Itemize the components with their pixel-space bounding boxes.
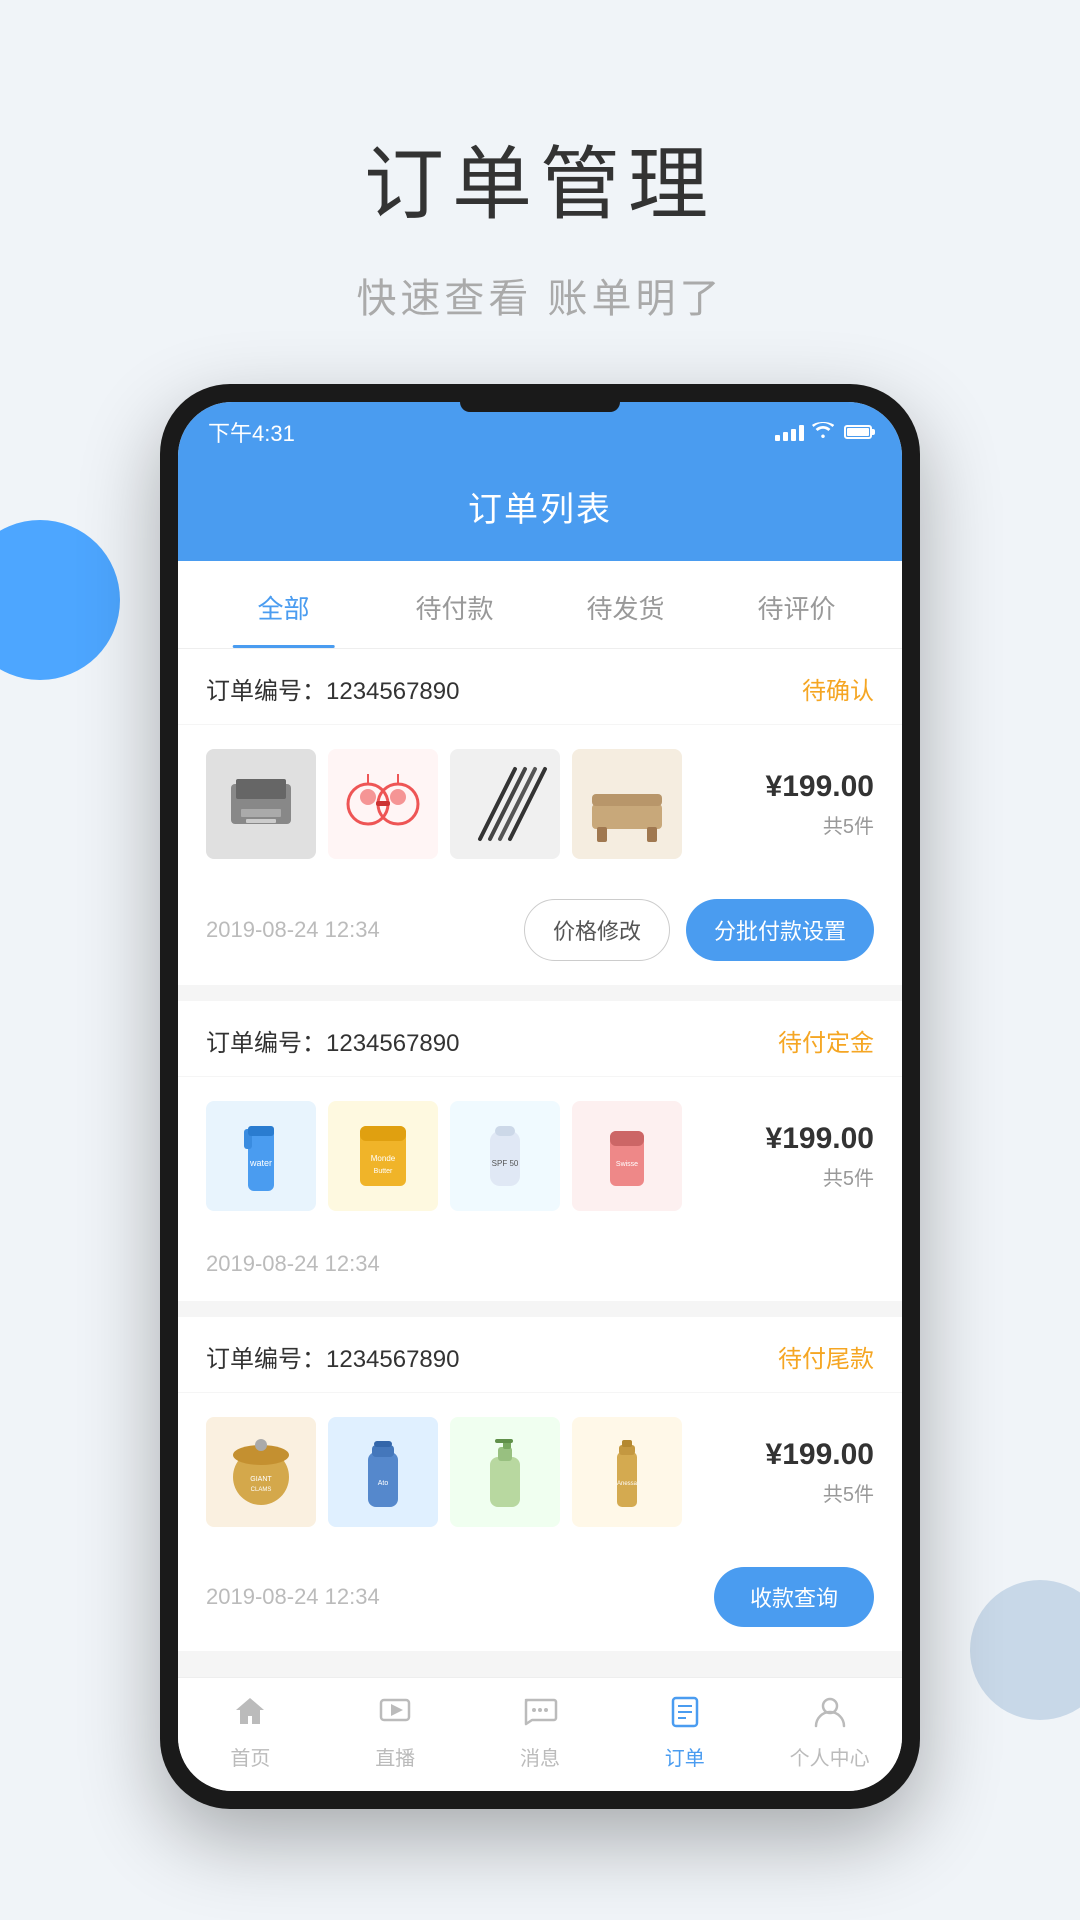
item-image-rods bbox=[450, 749, 560, 859]
item-images-3: GIANT CLAMS bbox=[206, 1417, 734, 1527]
svg-text:CLAMS: CLAMS bbox=[251, 1487, 272, 1493]
nav-profile-label: 个人中心 bbox=[790, 1742, 870, 1771]
order-count-3: 共5件 bbox=[754, 1478, 874, 1507]
order-status-2: 待付定金 bbox=[778, 1023, 874, 1058]
item-image-furniture bbox=[572, 749, 682, 859]
order-price-2: ¥199.00 bbox=[754, 1122, 874, 1156]
item-image-lotion bbox=[450, 1417, 560, 1527]
phone-screen: 下午4:31 bbox=[178, 402, 902, 1791]
payment-query-button[interactable]: 收款查询 bbox=[714, 1567, 874, 1627]
order-items-2: water Monde Butter bbox=[178, 1077, 902, 1235]
svg-text:Swisse: Swisse bbox=[616, 1161, 638, 1168]
item-image-food: GIANT CLAMS bbox=[206, 1417, 316, 1527]
page-subtitle: 快速查看 账单明了 bbox=[0, 266, 1080, 324]
nav-profile[interactable]: 个人中心 bbox=[757, 1694, 902, 1771]
order-card-1: 订单编号：1234567890 待确认 bbox=[178, 649, 902, 985]
item-image-sunscreen: SPF 50 bbox=[450, 1101, 560, 1211]
item-image-serum: Anessa bbox=[572, 1417, 682, 1527]
order-items-3: GIANT CLAMS bbox=[178, 1393, 902, 1551]
order-items-1: ¥199.00 共5件 bbox=[178, 725, 902, 883]
phone-notch bbox=[460, 402, 620, 412]
nav-live[interactable]: 直播 bbox=[323, 1694, 468, 1771]
nav-message[interactable]: 消息 bbox=[468, 1694, 613, 1771]
app-header: 订单列表 bbox=[178, 462, 902, 561]
nav-order-label: 订单 bbox=[665, 1742, 705, 1771]
order-footer-3: 2019-08-24 12:34 收款查询 bbox=[178, 1551, 902, 1651]
profile-icon bbox=[812, 1694, 848, 1736]
svg-text:Butter: Butter bbox=[374, 1168, 393, 1175]
svg-text:Ato: Ato bbox=[378, 1480, 389, 1487]
order-date-2: 2019-08-24 12:34 bbox=[206, 1251, 380, 1277]
home-icon bbox=[232, 1694, 268, 1736]
order-card-2: 订单编号：1234567890 待付定金 water bbox=[178, 1001, 902, 1301]
status-time: 下午4:31 bbox=[208, 416, 295, 448]
order-icon bbox=[667, 1694, 703, 1736]
svg-text:water: water bbox=[249, 1158, 272, 1168]
item-image-printer bbox=[206, 749, 316, 859]
nav-message-label: 消息 bbox=[520, 1742, 560, 1771]
order-price-col-3: ¥199.00 共5件 bbox=[754, 1438, 874, 1507]
item-image-bottle: Ato bbox=[328, 1417, 438, 1527]
svg-text:Monde: Monde bbox=[371, 1154, 396, 1163]
app-header-title: 订单列表 bbox=[178, 482, 902, 531]
order-footer-2: 2019-08-24 12:34 bbox=[178, 1235, 902, 1301]
tab-pending-payment[interactable]: 待付款 bbox=[369, 561, 540, 648]
tab-pending-review[interactable]: 待评价 bbox=[711, 561, 882, 648]
order-status-1: 待确认 bbox=[802, 671, 874, 706]
item-image-decor bbox=[328, 749, 438, 859]
svg-text:Anessa: Anessa bbox=[617, 1481, 638, 1487]
tab-all[interactable]: 全部 bbox=[198, 561, 369, 648]
battery-icon bbox=[844, 425, 872, 439]
price-modify-button[interactable]: 价格修改 bbox=[524, 899, 670, 961]
order-price-3: ¥199.00 bbox=[754, 1438, 874, 1472]
order-price-col-2: ¥199.00 共5件 bbox=[754, 1122, 874, 1191]
order-number-1: 订单编号：1234567890 bbox=[206, 671, 459, 706]
order-actions-1: 价格修改 分批付款设置 bbox=[524, 899, 874, 961]
order-tabs: 全部 待付款 待发货 待评价 bbox=[178, 561, 902, 649]
order-header-1: 订单编号：1234567890 待确认 bbox=[178, 649, 902, 725]
item-image-snack: Monde Butter bbox=[328, 1101, 438, 1211]
order-date-1: 2019-08-24 12:34 bbox=[206, 917, 380, 943]
order-header-3: 订单编号：1234567890 待付尾款 bbox=[178, 1317, 902, 1393]
svg-text:GIANT: GIANT bbox=[250, 1476, 272, 1483]
order-actions-3: 收款查询 bbox=[714, 1567, 874, 1627]
phone-wrapper: 下午4:31 bbox=[0, 384, 1080, 1809]
nav-home[interactable]: 首页 bbox=[178, 1694, 323, 1771]
live-icon bbox=[377, 1694, 413, 1736]
order-status-3: 待付尾款 bbox=[778, 1339, 874, 1374]
item-images-2: water Monde Butter bbox=[206, 1101, 734, 1211]
page-header: 订单管理 快速查看 账单明了 bbox=[0, 0, 1080, 384]
order-price-col-1: ¥199.00 共5件 bbox=[754, 770, 874, 839]
nav-live-label: 直播 bbox=[375, 1742, 415, 1771]
nav-order[interactable]: 订单 bbox=[612, 1694, 757, 1771]
signal-icon bbox=[775, 423, 804, 441]
message-icon bbox=[522, 1694, 558, 1736]
page-title: 订单管理 bbox=[0, 120, 1080, 236]
nav-home-label: 首页 bbox=[230, 1742, 270, 1771]
item-image-drink: water bbox=[206, 1101, 316, 1211]
order-count-2: 共5件 bbox=[754, 1162, 874, 1191]
bottom-nav: 首页 直播 bbox=[178, 1677, 902, 1791]
order-date-3: 2019-08-24 12:34 bbox=[206, 1584, 380, 1610]
item-images-1 bbox=[206, 749, 734, 859]
wifi-icon bbox=[812, 422, 834, 443]
order-count-1: 共5件 bbox=[754, 810, 874, 839]
phone-mockup: 下午4:31 bbox=[160, 384, 920, 1809]
tab-pending-shipment[interactable]: 待发货 bbox=[540, 561, 711, 648]
batch-payment-button[interactable]: 分批付款设置 bbox=[686, 899, 874, 961]
status-right bbox=[775, 422, 872, 443]
order-card-3: 订单编号：1234567890 待付尾款 GIANT CLAMS bbox=[178, 1317, 902, 1651]
order-number-2: 订单编号：1234567890 bbox=[206, 1023, 459, 1058]
order-footer-1: 2019-08-24 12:34 价格修改 分批付款设置 bbox=[178, 883, 902, 985]
order-list: 订单编号：1234567890 待确认 bbox=[178, 649, 902, 1677]
order-price-1: ¥199.00 bbox=[754, 770, 874, 804]
order-header-2: 订单编号：1234567890 待付定金 bbox=[178, 1001, 902, 1077]
order-number-3: 订单编号：1234567890 bbox=[206, 1339, 459, 1374]
svg-text:SPF 50: SPF 50 bbox=[492, 1159, 519, 1168]
item-image-supplement: Swisse bbox=[572, 1101, 682, 1211]
